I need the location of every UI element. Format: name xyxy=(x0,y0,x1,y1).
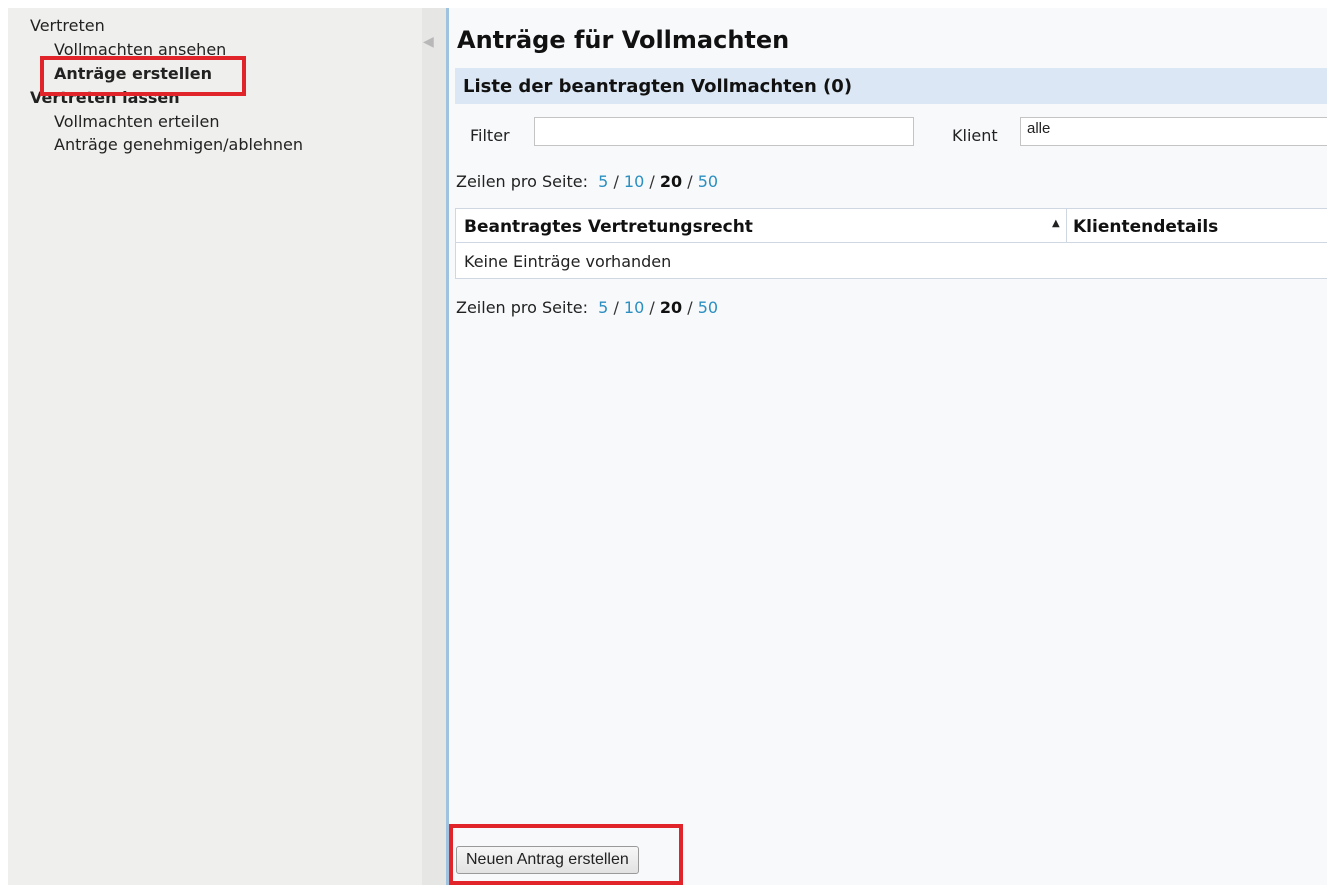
column-header-vertretungsrecht[interactable]: Beantragtes Vertretungsrecht xyxy=(464,217,753,237)
pager-option-50[interactable]: 50 xyxy=(698,298,718,317)
empty-message: Keine Einträge vorhanden xyxy=(464,252,672,271)
sidebar: Vertreten Vollmachten ansehen Anträge er… xyxy=(8,8,422,885)
sidebar-item-vollmachten-ansehen[interactable]: Vollmachten ansehen xyxy=(54,40,226,60)
sidebar-group-vertreten-lassen[interactable]: Vertreten lassen xyxy=(30,88,180,108)
filter-label: Filter xyxy=(470,126,510,145)
pager-separator: / xyxy=(687,298,693,317)
pager-option-20-selected: 20 xyxy=(659,298,683,317)
client-select[interactable]: alle xyxy=(1020,117,1327,146)
pager-label: Zeilen pro Seite: xyxy=(456,172,588,191)
table-header: Beantragtes Vertretungsrecht ▲ Klientend… xyxy=(455,208,1327,243)
pager-option-10[interactable]: 10 xyxy=(624,298,644,317)
pager-option-20-selected: 20 xyxy=(659,172,683,191)
pager-bottom: Zeilen pro Seite: 5 / 10 / 20 / 50 xyxy=(456,298,718,317)
filter-input[interactable] xyxy=(534,117,914,146)
pager-top: Zeilen pro Seite: 5 / 10 / 20 / 50 xyxy=(456,172,718,191)
pager-separator: / xyxy=(613,172,619,191)
pager-separator: / xyxy=(687,172,693,191)
section-title: Liste der beantragten Vollmachten (0) xyxy=(463,76,853,97)
section-header: Liste der beantragten Vollmachten (0) xyxy=(455,68,1327,104)
app-window: Vertreten Vollmachten ansehen Anträge er… xyxy=(0,0,1327,885)
pager-separator: / xyxy=(649,298,655,317)
pager-option-5[interactable]: 5 xyxy=(598,298,608,317)
requests-table: Beantragtes Vertretungsrecht ▲ Klientend… xyxy=(455,208,1327,279)
collapse-left-arrow-icon[interactable]: ◀ xyxy=(423,34,434,50)
column-divider xyxy=(1066,209,1067,243)
pager-option-5[interactable]: 5 xyxy=(598,172,608,191)
pager-option-10[interactable]: 10 xyxy=(624,172,644,191)
sidebar-item-antraege-genehmigen[interactable]: Anträge genehmigen/ablehnen xyxy=(54,135,303,155)
pager-option-50[interactable]: 50 xyxy=(698,172,718,191)
client-label: Klient xyxy=(952,126,998,145)
sidebar-group-vertreten[interactable]: Vertreten xyxy=(30,16,105,36)
sidebar-splitter[interactable]: ◀ xyxy=(422,8,446,885)
table-row-empty: Keine Einträge vorhanden xyxy=(455,243,1327,279)
page-title: Anträge für Vollmachten xyxy=(457,26,790,54)
pager-separator: / xyxy=(613,298,619,317)
pager-label: Zeilen pro Seite: xyxy=(456,298,588,317)
sort-ascending-icon[interactable]: ▲ xyxy=(1052,218,1060,229)
sidebar-item-vollmachten-erteilen[interactable]: Vollmachten erteilen xyxy=(54,112,219,132)
column-header-klientendetails[interactable]: Klientendetails xyxy=(1073,217,1218,237)
new-request-button[interactable]: Neuen Antrag erstellen xyxy=(456,846,639,874)
main-panel: Anträge für Vollmachten Liste der beantr… xyxy=(449,8,1327,885)
pager-separator: / xyxy=(649,172,655,191)
sidebar-item-antraege-erstellen[interactable]: Anträge erstellen xyxy=(54,64,212,84)
